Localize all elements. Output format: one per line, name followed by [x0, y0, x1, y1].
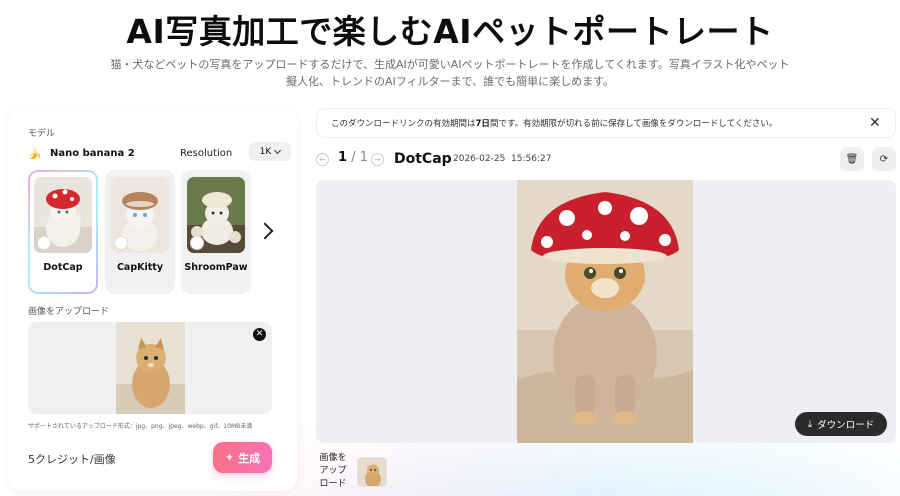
download-button[interactable]: ⤓ ダウンロード: [795, 412, 887, 436]
trash-icon: 🗑: [845, 153, 859, 165]
page-indicator: 1 / 1: [338, 150, 368, 165]
result-toolbar: ← 1 / 1 → DotCap 2026-02-25 15:56:27 🗑 ⟳: [316, 147, 896, 171]
style-card-shroompaw[interactable]: ShroomPaw: [181, 170, 251, 294]
style-thumbnail: [111, 177, 169, 253]
page-separator: /: [351, 150, 356, 165]
upload-dropzone[interactable]: ✕: [28, 322, 272, 414]
style-card-label: CapKitty: [116, 262, 164, 273]
style-card-label: ShroomPaw: [184, 262, 248, 273]
resolution-select[interactable]: 1K: [249, 142, 291, 161]
source-photo-icon: [190, 236, 204, 250]
previous-icon[interactable]: ←: [316, 153, 329, 166]
notice-text-before: このダウンロードリンクの有効期間は: [331, 119, 476, 129]
generator-panel: モデル 🍌 Nano banana 2 Resolution 1K DotCap: [8, 108, 297, 491]
chevron-down-icon: [274, 146, 282, 154]
notice-text-after: 間です。有効期限が切れる前に保存して画像をダウンロードしてください。: [489, 119, 778, 129]
result-image-area: ⤓ ダウンロード: [316, 180, 896, 443]
style-card-label: DotCap: [43, 262, 83, 273]
model-label: モデル: [28, 129, 56, 139]
resolution-value: 1K: [259, 146, 272, 157]
style-card-dotcap[interactable]: DotCap: [28, 170, 98, 294]
generate-button-label: 生成: [238, 451, 261, 465]
delete-button[interactable]: 🗑: [840, 147, 864, 171]
credit-cost: 5クレジット/画像: [28, 453, 116, 466]
source-photo-icon: [37, 236, 51, 250]
upload-label: 画像をアップロード: [28, 307, 110, 317]
uploaded-photo: [116, 322, 185, 414]
remove-image-button[interactable]: ✕: [253, 328, 266, 341]
page-subtitle: 猫・犬などペットの写真をアップロードするだけで、生成AIが可愛いAIペットポート…: [110, 58, 790, 88]
refresh-icon: ⟳: [879, 153, 889, 165]
result-time: 15:56:27: [511, 154, 552, 164]
result-title: DotCap: [394, 151, 452, 167]
download-icon: ⤓: [807, 418, 813, 430]
model-row: 🍌 Nano banana 2 Resolution 1K: [28, 142, 291, 161]
resolution-label: Resolution: [180, 147, 233, 159]
chevron-right-icon[interactable]: [256, 222, 274, 240]
supported-formats: サポートされているアップロード形式：jpg、png、jpeg、webp、gif。…: [28, 423, 253, 430]
style-thumbnail: [34, 177, 92, 253]
source-photo-icon: [114, 236, 128, 250]
banana-icon: 🍌: [28, 146, 42, 160]
result-date: 2026-02-25: [453, 154, 506, 164]
download-notice: このダウンロードリンクの有効期間は 7日 間です。有効期限が切れる前に保存して画像を…: [316, 108, 896, 138]
page-total: 1: [359, 150, 368, 165]
close-icon[interactable]: ✕: [869, 115, 881, 131]
download-button-label: ダウンロード: [817, 420, 875, 431]
style-card-capkitty[interactable]: CapKitty: [105, 170, 175, 294]
page-current: 1: [338, 150, 348, 165]
sparkle-icon: ✦: [224, 451, 235, 464]
history-thumbnail[interactable]: [357, 457, 387, 487]
result-timestamp: 2026-02-25 15:56:27: [453, 154, 551, 164]
generate-button[interactable]: ✦ 生成: [213, 442, 272, 473]
page-title: AI写真加工で楽しむAIペットポートレート: [126, 12, 774, 51]
next-icon[interactable]: →: [371, 153, 384, 166]
style-thumbnail: [187, 177, 245, 253]
model-name[interactable]: Nano banana 2: [50, 148, 135, 159]
history-label: 画像をアップロード: [319, 453, 347, 489]
regenerate-button[interactable]: ⟳: [872, 147, 896, 171]
result-image[interactable]: [517, 180, 693, 443]
notice-text-bold: 7日: [475, 119, 490, 129]
